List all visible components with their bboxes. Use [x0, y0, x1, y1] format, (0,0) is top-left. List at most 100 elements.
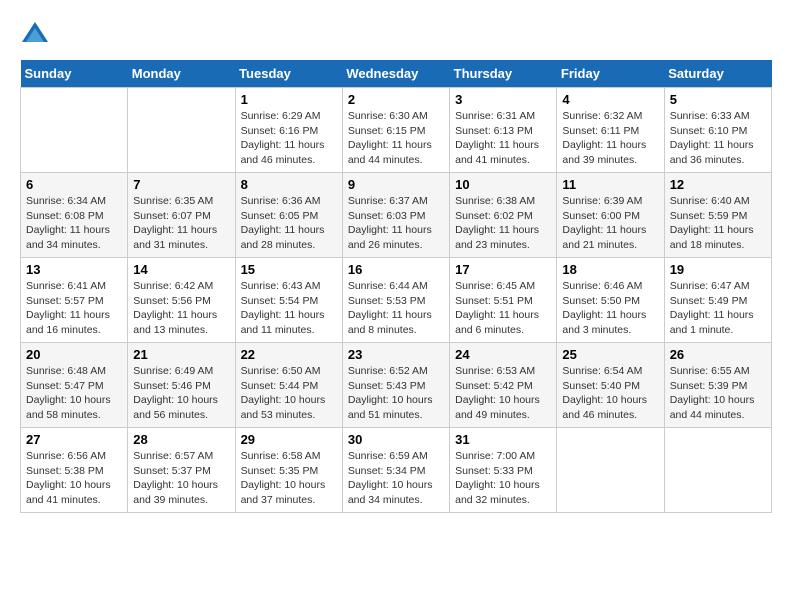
day-number: 3 — [455, 92, 551, 107]
day-number: 26 — [670, 347, 766, 362]
calendar-cell: 29 Sunrise: 6:58 AMSunset: 5:35 PMDayligh… — [235, 428, 342, 513]
calendar-cell: 20 Sunrise: 6:48 AMSunset: 5:47 PMDayligh… — [21, 343, 128, 428]
day-info: Sunrise: 6:52 AMSunset: 5:43 PMDaylight:… — [348, 364, 444, 423]
day-info: Sunrise: 7:00 AMSunset: 5:33 PMDaylight:… — [455, 449, 551, 508]
day-number: 16 — [348, 262, 444, 277]
calendar-cell: 22 Sunrise: 6:50 AMSunset: 5:44 PMDayligh… — [235, 343, 342, 428]
calendar-cell: 7Sunrise: 6:35 AMSunset: 6:07 PMDaylight… — [128, 173, 235, 258]
calendar-cell — [664, 428, 771, 513]
day-number: 28 — [133, 432, 229, 447]
day-number: 12 — [670, 177, 766, 192]
weekday-header-monday: Monday — [128, 60, 235, 88]
calendar-cell: 13 Sunrise: 6:41 AMSunset: 5:57 PMDayligh… — [21, 258, 128, 343]
day-info: Sunrise: 6:50 AMSunset: 5:44 PMDaylight:… — [241, 364, 337, 423]
day-number: 2 — [348, 92, 444, 107]
calendar-cell — [557, 428, 664, 513]
day-number: 15 — [241, 262, 337, 277]
day-info: Sunrise: 6:57 AMSunset: 5:37 PMDaylight:… — [133, 449, 229, 508]
calendar-cell: 23 Sunrise: 6:52 AMSunset: 5:43 PMDayligh… — [342, 343, 449, 428]
day-info: Sunrise: 6:38 AMSunset: 6:02 PMDaylight:… — [455, 194, 551, 253]
day-info: Sunrise: 6:46 AMSunset: 5:50 PMDaylight:… — [562, 279, 658, 338]
day-number: 5 — [670, 92, 766, 107]
day-info: Sunrise: 6:49 AMSunset: 5:46 PMDaylight:… — [133, 364, 229, 423]
day-info: Sunrise: 6:59 AMSunset: 5:34 PMDaylight:… — [348, 449, 444, 508]
weekday-header-tuesday: Tuesday — [235, 60, 342, 88]
logo-icon — [20, 20, 50, 50]
week-row-4: 27 Sunrise: 6:56 AMSunset: 5:38 PMDayligh… — [21, 428, 772, 513]
calendar-cell: 26 Sunrise: 6:55 AMSunset: 5:39 PMDayligh… — [664, 343, 771, 428]
calendar-cell: 11Sunrise: 6:39 AMSunset: 6:00 PMDayligh… — [557, 173, 664, 258]
calendar-cell: 5Sunrise: 6:33 AMSunset: 6:10 PMDaylight… — [664, 88, 771, 173]
calendar-body: 1Sunrise: 6:29 AMSunset: 6:16 PMDaylight… — [21, 88, 772, 513]
day-number: 21 — [133, 347, 229, 362]
weekday-header-thursday: Thursday — [450, 60, 557, 88]
day-number: 10 — [455, 177, 551, 192]
page-header — [20, 20, 772, 50]
day-info: Sunrise: 6:58 AMSunset: 5:35 PMDaylight:… — [241, 449, 337, 508]
day-info: Sunrise: 6:45 AMSunset: 5:51 PMDaylight:… — [455, 279, 551, 338]
day-number: 9 — [348, 177, 444, 192]
day-number: 30 — [348, 432, 444, 447]
day-number: 25 — [562, 347, 658, 362]
day-number: 31 — [455, 432, 551, 447]
calendar-table: SundayMondayTuesdayWednesdayThursdayFrid… — [20, 60, 772, 513]
calendar-cell: 30 Sunrise: 6:59 AMSunset: 5:34 PMDayligh… — [342, 428, 449, 513]
day-info: Sunrise: 6:40 AMSunset: 5:59 PMDaylight:… — [670, 194, 766, 253]
day-info: Sunrise: 6:39 AMSunset: 6:00 PMDaylight:… — [562, 194, 658, 253]
calendar-cell: 31 Sunrise: 7:00 AMSunset: 5:33 PMDayligh… — [450, 428, 557, 513]
day-info: Sunrise: 6:37 AMSunset: 6:03 PMDaylight:… — [348, 194, 444, 253]
calendar-cell: 17 Sunrise: 6:45 AMSunset: 5:51 PMDayligh… — [450, 258, 557, 343]
calendar-cell: 21 Sunrise: 6:49 AMSunset: 5:46 PMDayligh… — [128, 343, 235, 428]
calendar-cell: 19 Sunrise: 6:47 AMSunset: 5:49 PMDayligh… — [664, 258, 771, 343]
day-info: Sunrise: 6:48 AMSunset: 5:47 PMDaylight:… — [26, 364, 122, 423]
day-number: 29 — [241, 432, 337, 447]
calendar-cell: 1Sunrise: 6:29 AMSunset: 6:16 PMDaylight… — [235, 88, 342, 173]
day-number: 13 — [26, 262, 122, 277]
calendar-cell: 12 Sunrise: 6:40 AMSunset: 5:59 PMDayligh… — [664, 173, 771, 258]
day-number: 18 — [562, 262, 658, 277]
day-number: 6 — [26, 177, 122, 192]
calendar-header: SundayMondayTuesdayWednesdayThursdayFrid… — [21, 60, 772, 88]
calendar-cell: 8 Sunrise: 6:36 AMSunset: 6:05 PMDaylight… — [235, 173, 342, 258]
weekday-header-wednesday: Wednesday — [342, 60, 449, 88]
day-number: 27 — [26, 432, 122, 447]
day-info: Sunrise: 6:53 AMSunset: 5:42 PMDaylight:… — [455, 364, 551, 423]
calendar-cell: 24 Sunrise: 6:53 AMSunset: 5:42 PMDayligh… — [450, 343, 557, 428]
calendar-cell — [21, 88, 128, 173]
day-info: Sunrise: 6:32 AMSunset: 6:11 PMDaylight:… — [562, 109, 658, 168]
day-number: 22 — [241, 347, 337, 362]
day-number: 14 — [133, 262, 229, 277]
day-info: Sunrise: 6:47 AMSunset: 5:49 PMDaylight:… — [670, 279, 766, 338]
calendar-cell: 14 Sunrise: 6:42 AMSunset: 5:56 PMDayligh… — [128, 258, 235, 343]
week-row-1: 6 Sunrise: 6:34 AMSunset: 6:08 PMDaylight… — [21, 173, 772, 258]
day-info: Sunrise: 6:34 AMSunset: 6:08 PMDaylight:… — [26, 194, 122, 253]
day-info: Sunrise: 6:31 AMSunset: 6:13 PMDaylight:… — [455, 109, 551, 168]
calendar-cell: 15Sunrise: 6:43 AMSunset: 5:54 PMDayligh… — [235, 258, 342, 343]
day-number: 8 — [241, 177, 337, 192]
day-number: 24 — [455, 347, 551, 362]
calendar-cell: 4 Sunrise: 6:32 AMSunset: 6:11 PMDaylight… — [557, 88, 664, 173]
week-row-2: 13 Sunrise: 6:41 AMSunset: 5:57 PMDayligh… — [21, 258, 772, 343]
weekday-header-saturday: Saturday — [664, 60, 771, 88]
calendar-cell: 16Sunrise: 6:44 AMSunset: 5:53 PMDayligh… — [342, 258, 449, 343]
day-number: 17 — [455, 262, 551, 277]
day-number: 7 — [133, 177, 229, 192]
calendar-cell: 3 Sunrise: 6:31 AMSunset: 6:13 PMDaylight… — [450, 88, 557, 173]
day-info: Sunrise: 6:42 AMSunset: 5:56 PMDaylight:… — [133, 279, 229, 338]
calendar-cell: 9 Sunrise: 6:37 AMSunset: 6:03 PMDaylight… — [342, 173, 449, 258]
day-number: 20 — [26, 347, 122, 362]
calendar-cell: 6 Sunrise: 6:34 AMSunset: 6:08 PMDaylight… — [21, 173, 128, 258]
day-info: Sunrise: 6:56 AMSunset: 5:38 PMDaylight:… — [26, 449, 122, 508]
calendar-cell: 27 Sunrise: 6:56 AMSunset: 5:38 PMDayligh… — [21, 428, 128, 513]
day-number: 23 — [348, 347, 444, 362]
weekday-row: SundayMondayTuesdayWednesdayThursdayFrid… — [21, 60, 772, 88]
calendar-cell: 2Sunrise: 6:30 AMSunset: 6:15 PMDaylight… — [342, 88, 449, 173]
day-info: Sunrise: 6:54 AMSunset: 5:40 PMDaylight:… — [562, 364, 658, 423]
day-number: 4 — [562, 92, 658, 107]
day-number: 19 — [670, 262, 766, 277]
day-info: Sunrise: 6:41 AMSunset: 5:57 PMDaylight:… — [26, 279, 122, 338]
logo — [20, 20, 54, 50]
day-info: Sunrise: 6:36 AMSunset: 6:05 PMDaylight:… — [241, 194, 337, 253]
calendar-cell — [128, 88, 235, 173]
day-info: Sunrise: 6:55 AMSunset: 5:39 PMDaylight:… — [670, 364, 766, 423]
